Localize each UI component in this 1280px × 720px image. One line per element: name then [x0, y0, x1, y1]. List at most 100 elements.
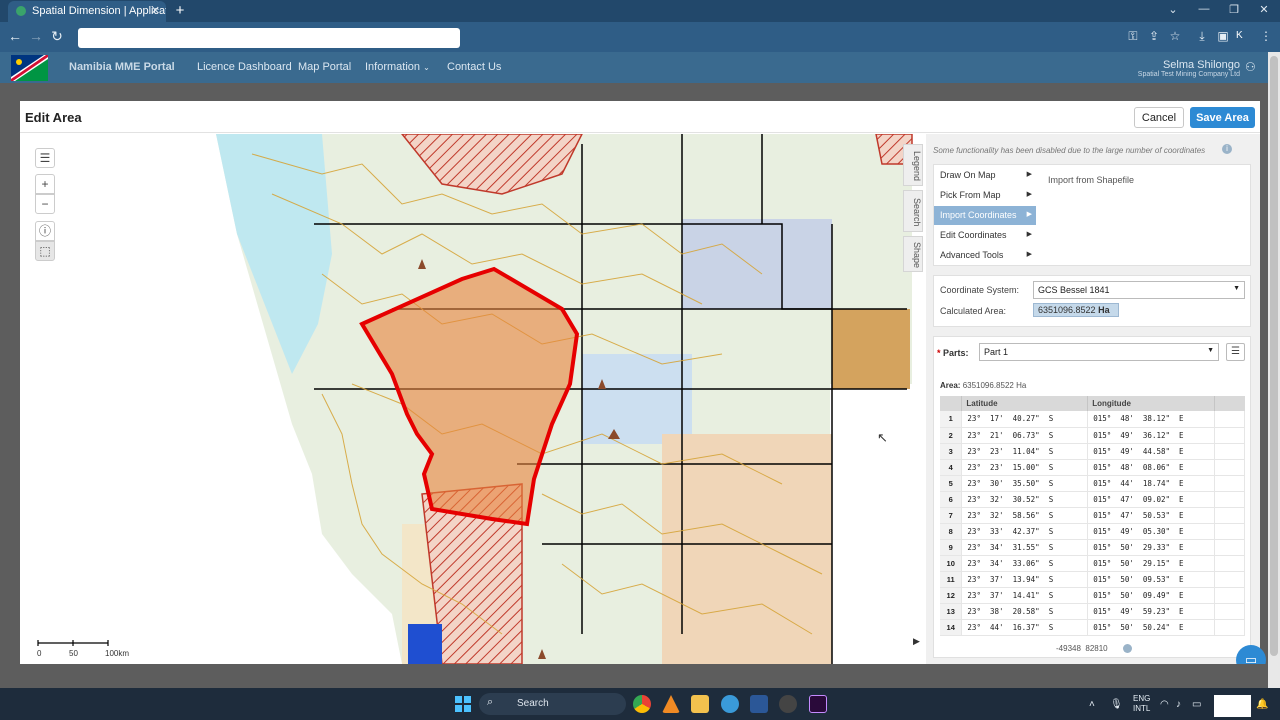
- address-bar[interactable]: [78, 28, 460, 48]
- parts-select-value: Part 1: [984, 347, 1009, 357]
- namibia-flag-logo[interactable]: [11, 55, 48, 81]
- table-row[interactable]: 9 23° 34' 31.55" S 015° 50' 29.33" E: [940, 539, 1245, 556]
- close-window-button[interactable]: ✕: [1257, 3, 1271, 16]
- actions-cell: [1214, 523, 1245, 540]
- menu-draw-on-map[interactable]: Draw On Map ▶: [934, 166, 1036, 185]
- tray-chevron-icon[interactable]: ˄: [1089, 699, 1095, 710]
- tab-search-icon[interactable]: ⌄: [1166, 3, 1180, 16]
- tab-legend[interactable]: Legend: [903, 144, 923, 186]
- table-row[interactable]: 7 23° 32' 58.56" S 015° 47' 50.53" E: [940, 507, 1245, 524]
- table-row[interactable]: 6 23° 32' 30.52" S 015° 47' 09.02" E: [940, 491, 1245, 508]
- row-number: 4: [940, 459, 963, 476]
- table-row[interactable]: 11 23° 37' 13.94" S 015° 50' 09.53" E: [940, 571, 1245, 588]
- profile-avatar[interactable]: K: [1236, 30, 1243, 41]
- scrollbar-thumb[interactable]: [1270, 56, 1278, 656]
- sidebar-icon[interactable]: ▣: [1215, 29, 1231, 43]
- back-icon[interactable]: ←: [7, 28, 23, 44]
- part-area: Area: 6351096.8522 Ha: [940, 381, 1026, 390]
- row-number: 11: [940, 571, 963, 588]
- volume-icon[interactable]: ♪: [1176, 699, 1181, 710]
- nav-map-portal[interactable]: Map Portal: [298, 61, 351, 73]
- brand-title[interactable]: Namibia MME Portal: [69, 61, 175, 73]
- table-row[interactable]: 12 23° 37' 14.41" S 015° 50' 09.49" E: [940, 587, 1245, 604]
- coordinates-table-body: 1 23° 17' 40.27" S 015° 48' 38.12" E 2 23° 2…: [940, 411, 1245, 636]
- table-row[interactable]: 4 23° 23' 15.00" S 015° 48' 08.06" E: [940, 459, 1245, 476]
- share-icon[interactable]: ⇪: [1146, 29, 1162, 43]
- chevron-down-icon: ▼: [1233, 285, 1240, 292]
- user-icon[interactable]: ⚇: [1245, 60, 1256, 74]
- table-row[interactable]: 5 23° 30' 35.50" S 015° 44' 18.74" E: [940, 475, 1245, 492]
- tab-search[interactable]: Search: [903, 190, 923, 232]
- save-area-button[interactable]: Save Area: [1190, 107, 1255, 128]
- zoom-out-button[interactable]: −: [35, 194, 55, 214]
- battery-icon[interactable]: ▭: [1192, 699, 1201, 710]
- table-row[interactable]: 10 23° 34' 33.06" S 015° 50' 29.15" E: [940, 555, 1245, 572]
- actions-cell: [1214, 443, 1245, 460]
- nav-licence-dashboard[interactable]: Licence Dashboard: [197, 61, 292, 73]
- table-row[interactable]: 8 23° 33' 42.37" S 015° 49' 05.30" E: [940, 523, 1245, 540]
- row-number: 10: [940, 555, 963, 572]
- premiere-app-icon[interactable]: [809, 695, 827, 713]
- taskbar-search[interactable]: ⌕ Search: [479, 693, 626, 715]
- chrome-profile-app-icon[interactable]: [721, 695, 739, 713]
- chrome-app-icon[interactable]: [633, 695, 651, 713]
- browser-tab[interactable]: Spatial Dimension | Application ✕: [8, 1, 166, 22]
- menu-import-coordinates[interactable]: Import Coordinates ▶: [934, 206, 1036, 225]
- windows-start-icon[interactable]: [455, 696, 471, 712]
- notification-bell-icon[interactable]: 🔔: [1256, 699, 1268, 710]
- table-row[interactable]: 1 23° 17' 40.27" S 015° 48' 38.12" E: [940, 411, 1245, 428]
- forward-icon[interactable]: →: [28, 28, 44, 44]
- menu-label: Draw On Map: [940, 170, 996, 180]
- download-icon[interactable]: ⤓: [1194, 29, 1210, 44]
- map-canvas[interactable]: [22, 134, 920, 664]
- clock-area[interactable]: [1214, 695, 1251, 717]
- table-row[interactable]: 3 23° 23' 11.04" S 015° 49' 44.58" E: [940, 443, 1245, 460]
- word-app-icon[interactable]: [750, 695, 768, 713]
- table-row[interactable]: 2 23° 21' 06.73" S 015° 49' 36.12" E: [940, 427, 1245, 444]
- select-tool-button[interactable]: ⬚: [35, 241, 55, 261]
- actions-cell: [1214, 427, 1245, 444]
- obs-app-icon[interactable]: [779, 695, 797, 713]
- kebab-menu-icon[interactable]: ⋮: [1258, 29, 1274, 43]
- tab-shape[interactable]: Shape: [903, 236, 923, 272]
- nav-information[interactable]: Information ⌄: [365, 61, 430, 73]
- menu-pick-from-map[interactable]: Pick From Map ▶: [934, 186, 1036, 205]
- tab-close-icon[interactable]: ✕: [151, 4, 160, 17]
- bookmark-icon[interactable]: ☆: [1167, 29, 1183, 43]
- longitude-cell: 015° 48' 38.12" E: [1087, 411, 1216, 428]
- part-area-value: 6351096.8522 Ha: [962, 381, 1027, 390]
- new-tab-button[interactable]: +: [173, 2, 187, 19]
- longitude-cell: 015° 44' 18.74" E: [1087, 475, 1216, 492]
- menu-advanced-tools[interactable]: Advanced Tools ▶: [934, 246, 1036, 265]
- collapse-panel-icon[interactable]: ▶: [913, 636, 920, 647]
- import-from-shapefile-link[interactable]: Import from Shapefile: [1048, 175, 1134, 185]
- key-icon[interactable]: ⚿: [1125, 29, 1141, 44]
- calculated-area-label: Calculated Area:: [940, 306, 1007, 316]
- coordinate-system-select[interactable]: GCS Bessel 1841 ▼: [1033, 281, 1245, 299]
- layers-menu-button[interactable]: ☰: [35, 148, 55, 168]
- table-row[interactable]: 14 23° 44' 16.37" S 015° 50' 50.24" E: [940, 619, 1245, 636]
- user-info[interactable]: Selma Shilongo Spatial Test Mining Compa…: [1138, 59, 1240, 78]
- wifi-icon[interactable]: ◠: [1160, 699, 1169, 710]
- page-scrollbar[interactable]: [1268, 52, 1280, 688]
- parts-select[interactable]: Part 1 ▼: [979, 343, 1219, 361]
- parts-menu-button[interactable]: ☰: [1226, 343, 1245, 361]
- menu-edit-coordinates[interactable]: Edit Coordinates ▶: [934, 226, 1036, 245]
- table-row[interactable]: 13 23° 38' 20.58" S 015° 49' 59.23" E: [940, 603, 1245, 620]
- actions-cell: [1214, 555, 1245, 572]
- layers-icon: ☰: [39, 151, 51, 165]
- latitude-cell: 23° 23' 15.00" S: [961, 459, 1089, 476]
- zoom-in-button[interactable]: +: [35, 174, 55, 194]
- info-icon[interactable]: [1123, 644, 1132, 653]
- info-icon[interactable]: i: [1222, 144, 1232, 154]
- cancel-button[interactable]: Cancel: [1134, 107, 1184, 128]
- minimize-button[interactable]: —: [1197, 3, 1211, 15]
- nav-contact-us[interactable]: Contact Us: [447, 61, 501, 73]
- file-explorer-icon[interactable]: [691, 695, 709, 713]
- info-tool-button[interactable]: ⓘ: [35, 221, 55, 241]
- reload-icon[interactable]: ↻: [49, 28, 65, 45]
- microphone-icon[interactable]: 🎙: [1110, 699, 1123, 710]
- input-language[interactable]: ENG INTL: [1133, 694, 1150, 714]
- maximize-button[interactable]: ❐: [1227, 3, 1241, 16]
- status-x: -49348: [1056, 644, 1081, 653]
